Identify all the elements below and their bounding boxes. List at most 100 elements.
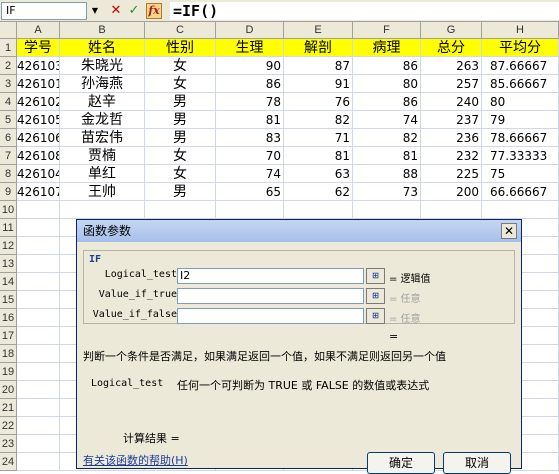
empty-cell[interactable] [421, 201, 482, 219]
table-cell[interactable]: 男 [145, 129, 216, 147]
table-cell[interactable]: 225 [421, 165, 482, 183]
table-cell[interactable]: 女 [145, 165, 216, 183]
table-cell[interactable]: 88 [353, 165, 421, 183]
table-cell[interactable]: 85.66667 [482, 75, 559, 93]
empty-cell[interactable] [17, 255, 60, 273]
table-cell[interactable]: 75 [482, 165, 559, 183]
table-cell[interactable]: 426107 [17, 183, 60, 201]
ok-button[interactable]: 确定 [367, 452, 435, 474]
row-header[interactable]: 1 [0, 39, 17, 57]
table-cell[interactable]: 86 [353, 57, 421, 75]
table-cell[interactable]: 87 [284, 57, 353, 75]
table-cell[interactable]: 80 [353, 75, 421, 93]
row-header[interactable]: 24 [0, 453, 17, 471]
table-cell[interactable]: 苗宏伟 [60, 129, 145, 147]
row-header[interactable]: 2 [0, 57, 17, 75]
header-cell[interactable]: 生理 [216, 39, 284, 57]
select-all-corner[interactable] [0, 22, 17, 39]
header-cell[interactable]: 解剖 [284, 39, 353, 57]
table-cell[interactable]: 426105 [17, 111, 60, 129]
empty-cell[interactable] [60, 201, 145, 219]
table-cell[interactable]: 78 [216, 93, 284, 111]
table-cell[interactable]: 81 [284, 147, 353, 165]
table-cell[interactable]: 86 [353, 93, 421, 111]
table-cell[interactable]: 79 [482, 111, 559, 129]
column-header[interactable]: F [353, 22, 421, 39]
name-box[interactable]: IF [1, 2, 87, 20]
table-cell[interactable]: 232 [421, 147, 482, 165]
table-cell[interactable]: 81 [216, 111, 284, 129]
table-cell[interactable]: 女 [145, 75, 216, 93]
table-cell[interactable]: 贾楠 [60, 147, 145, 165]
table-cell[interactable]: 82 [284, 111, 353, 129]
table-cell[interactable]: 426104 [17, 165, 60, 183]
table-cell[interactable]: 孙海燕 [60, 75, 145, 93]
table-cell[interactable]: 赵辛 [60, 93, 145, 111]
value-if-true-input[interactable] [177, 288, 364, 304]
column-header[interactable]: E [284, 22, 353, 39]
row-header[interactable]: 18 [0, 345, 17, 363]
row-header[interactable]: 14 [0, 273, 17, 291]
row-header[interactable]: 21 [0, 399, 17, 417]
header-cell[interactable]: 平均分 [482, 39, 559, 57]
row-header[interactable]: 12 [0, 237, 17, 255]
row-header[interactable]: 8 [0, 165, 17, 183]
empty-cell[interactable] [17, 201, 60, 219]
empty-cell[interactable] [17, 291, 60, 309]
column-header[interactable]: C [145, 22, 216, 39]
formula-input[interactable]: =IF() [170, 2, 559, 20]
table-cell[interactable]: 女 [145, 147, 216, 165]
empty-cell[interactable] [17, 453, 60, 471]
table-cell[interactable]: 426103 [17, 57, 60, 75]
empty-cell[interactable] [17, 273, 60, 291]
row-header[interactable]: 9 [0, 183, 17, 201]
table-cell[interactable]: 65 [216, 183, 284, 201]
table-cell[interactable]: 73 [353, 183, 421, 201]
cancel-formula-icon[interactable]: ✕ [108, 3, 124, 19]
table-cell[interactable]: 83 [216, 129, 284, 147]
empty-cell[interactable] [17, 327, 60, 345]
table-cell[interactable]: 70 [216, 147, 284, 165]
empty-cell[interactable] [482, 201, 559, 219]
empty-cell[interactable] [145, 201, 216, 219]
empty-cell[interactable] [353, 201, 421, 219]
table-cell[interactable]: 80 [482, 93, 559, 111]
table-cell[interactable]: 82 [353, 129, 421, 147]
table-cell[interactable]: 男 [145, 93, 216, 111]
table-cell[interactable]: 74 [353, 111, 421, 129]
header-cell[interactable]: 学号 [17, 39, 60, 57]
table-cell[interactable]: 90 [216, 57, 284, 75]
table-cell[interactable]: 王帅 [60, 183, 145, 201]
dialog-title-bar[interactable]: 函数参数 ✕ [77, 220, 521, 242]
table-cell[interactable]: 76 [284, 93, 353, 111]
close-icon[interactable]: ✕ [501, 223, 517, 239]
row-header[interactable]: 13 [0, 255, 17, 273]
table-cell[interactable]: 金龙哲 [60, 111, 145, 129]
row-header[interactable]: 11 [0, 219, 17, 237]
table-cell[interactable]: 78.66667 [482, 129, 559, 147]
header-cell[interactable]: 姓名 [60, 39, 145, 57]
column-header[interactable]: B [60, 22, 145, 39]
empty-cell[interactable] [284, 201, 353, 219]
empty-cell[interactable] [17, 363, 60, 381]
table-cell[interactable]: 66.66667 [482, 183, 559, 201]
table-cell[interactable]: 62 [284, 183, 353, 201]
row-header[interactable]: 5 [0, 111, 17, 129]
table-cell[interactable]: 74 [216, 165, 284, 183]
table-cell[interactable]: 426106 [17, 129, 60, 147]
empty-cell[interactable] [17, 417, 60, 435]
insert-function-icon[interactable]: fx [146, 3, 162, 19]
logical-test-input[interactable]: I2 [177, 268, 364, 284]
empty-cell[interactable] [17, 219, 60, 237]
table-cell[interactable]: 240 [421, 93, 482, 111]
column-header[interactable]: A [17, 22, 60, 39]
collapse-dialog-icon[interactable]: ⊞ [366, 268, 385, 284]
header-cell[interactable]: 病理 [353, 39, 421, 57]
empty-cell[interactable] [17, 435, 60, 453]
table-cell[interactable]: 426108 [17, 147, 60, 165]
table-cell[interactable]: 女 [145, 57, 216, 75]
header-cell[interactable]: 总分 [421, 39, 482, 57]
empty-cell[interactable] [216, 201, 284, 219]
table-cell[interactable]: 男 [145, 183, 216, 201]
table-cell[interactable]: 单红 [60, 165, 145, 183]
